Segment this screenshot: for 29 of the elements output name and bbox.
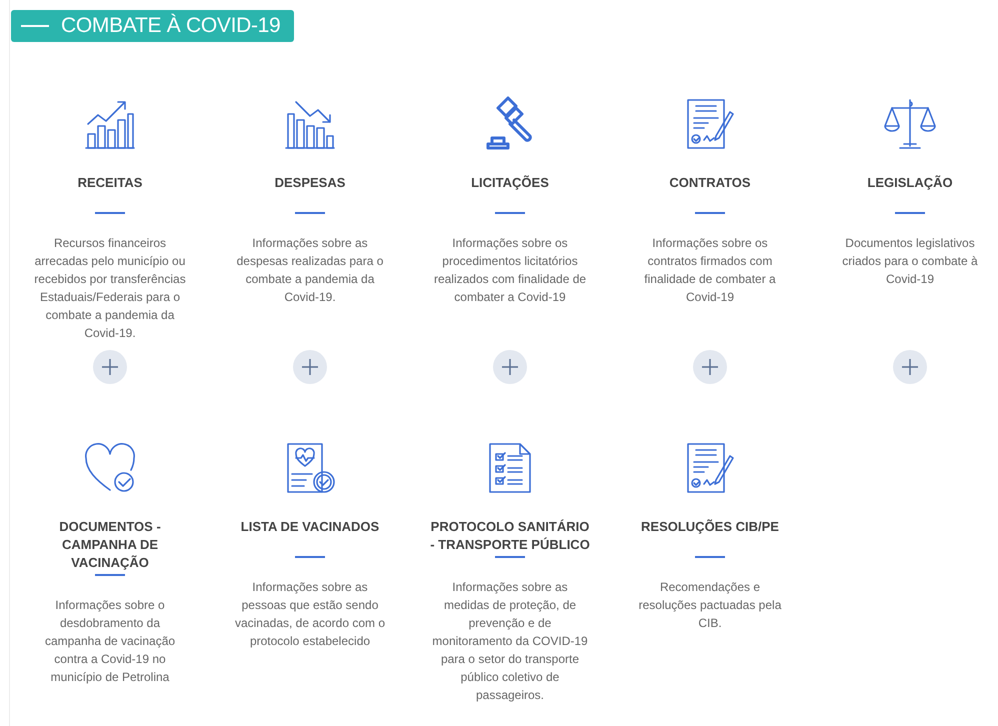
plus-icon: [901, 358, 919, 376]
card-title: PROTOCOLO SANITÁRIO - TRANSPORTE PÚBLICO: [429, 518, 591, 554]
card-title: LEGISLAÇÃO: [866, 174, 954, 192]
card-title: DOCUMENTOS - CAMPANHA DE VACINAÇÃO: [58, 518, 162, 572]
card-description: Informações sobre os contratos firmados com finalidade de combater a Covid-19: [643, 235, 777, 306]
card-description: Documentos legislativos criados para o combate à Covid-19: [841, 235, 979, 288]
plus-icon: [101, 358, 119, 376]
expand-button[interactable]: [493, 350, 527, 384]
card-title: LICITAÇÕES: [470, 174, 550, 192]
plus-icon: [501, 358, 519, 376]
card-description: Recursos financeiros arrecadas pelo município ou recebidos por transferências Estaduais/Federais para o combate a pandemia da Covid-19.: [33, 235, 187, 342]
card-description: Recomendações e resoluções pactuadas pela CIB.: [638, 579, 782, 632]
expand-button[interactable]: [93, 350, 127, 384]
plus-icon: [301, 358, 319, 376]
card-title: LISTA DE VACINADOS: [240, 518, 380, 536]
expand-button[interactable]: [893, 350, 927, 384]
card-description: Informações sobre as medidas de proteção, de prevenção e de monitoramento da COVID-19 para o setor do transporte público coletivo de passageiros.: [432, 579, 588, 704]
expand-button[interactable]: [293, 350, 327, 384]
card-title: DESPESAS: [274, 174, 346, 192]
plus-icon: [701, 358, 719, 376]
card-description: Informações sobre o desdobramento da campanha de vacinação contra a Covid-19 no município de Petrolina: [44, 597, 176, 686]
card-description: Informações sobre os procedimentos licitatórios realizados com finalidade de combater a Covid-19: [432, 235, 588, 306]
card-title: CONTRATOS: [668, 174, 752, 192]
card-title: RESOLUÇÕES CIB/PE: [640, 518, 780, 536]
expand-button[interactable]: [693, 350, 727, 384]
card-description: Informações sobre as pessoas que estão sendo vacinadas, de acordo com o protocolo estabelecido: [234, 579, 386, 650]
section-title: COMBATE À COVID-19: [61, 14, 280, 38]
card-description: Informações sobre as despesas realizadas para o combate a pandemia da Covid-19.: [236, 235, 384, 306]
card-title: RECEITAS: [76, 174, 144, 192]
